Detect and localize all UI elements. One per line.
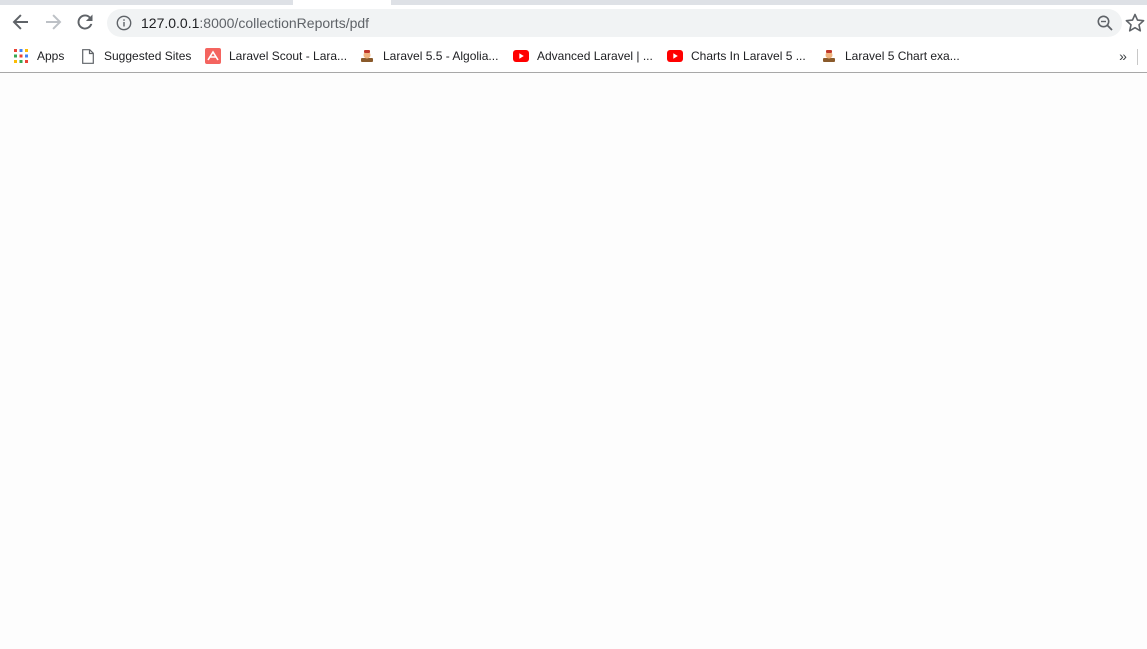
bookmark-label: Laravel Scout - Lara... <box>229 49 348 63</box>
bookmark-laravel-chart-example[interactable]: Laravel 5 Chart exa... <box>821 46 960 66</box>
bookmark-star-icon[interactable] <box>1124 12 1146 34</box>
bookmark-label: Laravel 5 Chart exa... <box>845 49 960 63</box>
address-bar[interactable]: 127.0.0.1:8000/collectionReports/pdf <box>107 9 1122 37</box>
url-text[interactable]: 127.0.0.1:8000/collectionReports/pdf <box>141 15 369 31</box>
bookmark-laravel-scout[interactable]: Laravel Scout - Lara... <box>205 46 347 66</box>
bookmarks-overflow-button[interactable]: » <box>1115 46 1131 66</box>
page-icon <box>80 48 96 64</box>
laravel-icon <box>205 48 221 64</box>
youtube-icon <box>513 48 529 64</box>
bookmark-charts-laravel[interactable]: Charts In Laravel 5 ... <box>667 46 806 66</box>
bookmark-label: Suggested Sites <box>104 49 192 63</box>
youtube-icon <box>667 48 683 64</box>
back-button[interactable] <box>7 8 35 36</box>
bookmark-label: Charts In Laravel 5 ... <box>691 49 806 63</box>
reload-icon <box>77 14 93 30</box>
apps-shortcut[interactable]: Apps <box>13 46 64 66</box>
itsolutionstuff-icon <box>821 48 837 64</box>
bookmarks-divider <box>1137 49 1138 65</box>
back-arrow-icon <box>12 14 28 30</box>
reload-button[interactable] <box>71 8 99 36</box>
bookmark-label: Advanced Laravel | ... <box>537 49 653 63</box>
bookmark-laravel-algolia[interactable]: Laravel 5.5 - Algolia... <box>359 46 498 66</box>
page-content-blank <box>0 73 1147 649</box>
apps-grid-icon <box>13 48 29 64</box>
bookmark-advanced-laravel[interactable]: Advanced Laravel | ... <box>513 46 653 66</box>
zoom-icon[interactable] <box>1096 14 1114 32</box>
info-icon[interactable] <box>116 15 132 31</box>
forward-arrow-icon <box>46 14 62 30</box>
bookmarks-bar: Apps Suggested Sites Laravel Scout - Lar… <box>0 41 1147 73</box>
bookmark-label: Laravel 5.5 - Algolia... <box>383 49 499 63</box>
browser-toolbar: 127.0.0.1:8000/collectionReports/pdf <box>0 5 1147 41</box>
url-host: 127.0.0.1 <box>141 15 200 31</box>
itsolutionstuff-icon <box>359 48 375 64</box>
apps-label: Apps <box>37 49 65 63</box>
url-path: :8000/collectionReports/pdf <box>199 15 370 31</box>
forward-button[interactable] <box>39 8 67 36</box>
bookmark-suggested-sites[interactable]: Suggested Sites <box>80 46 191 66</box>
